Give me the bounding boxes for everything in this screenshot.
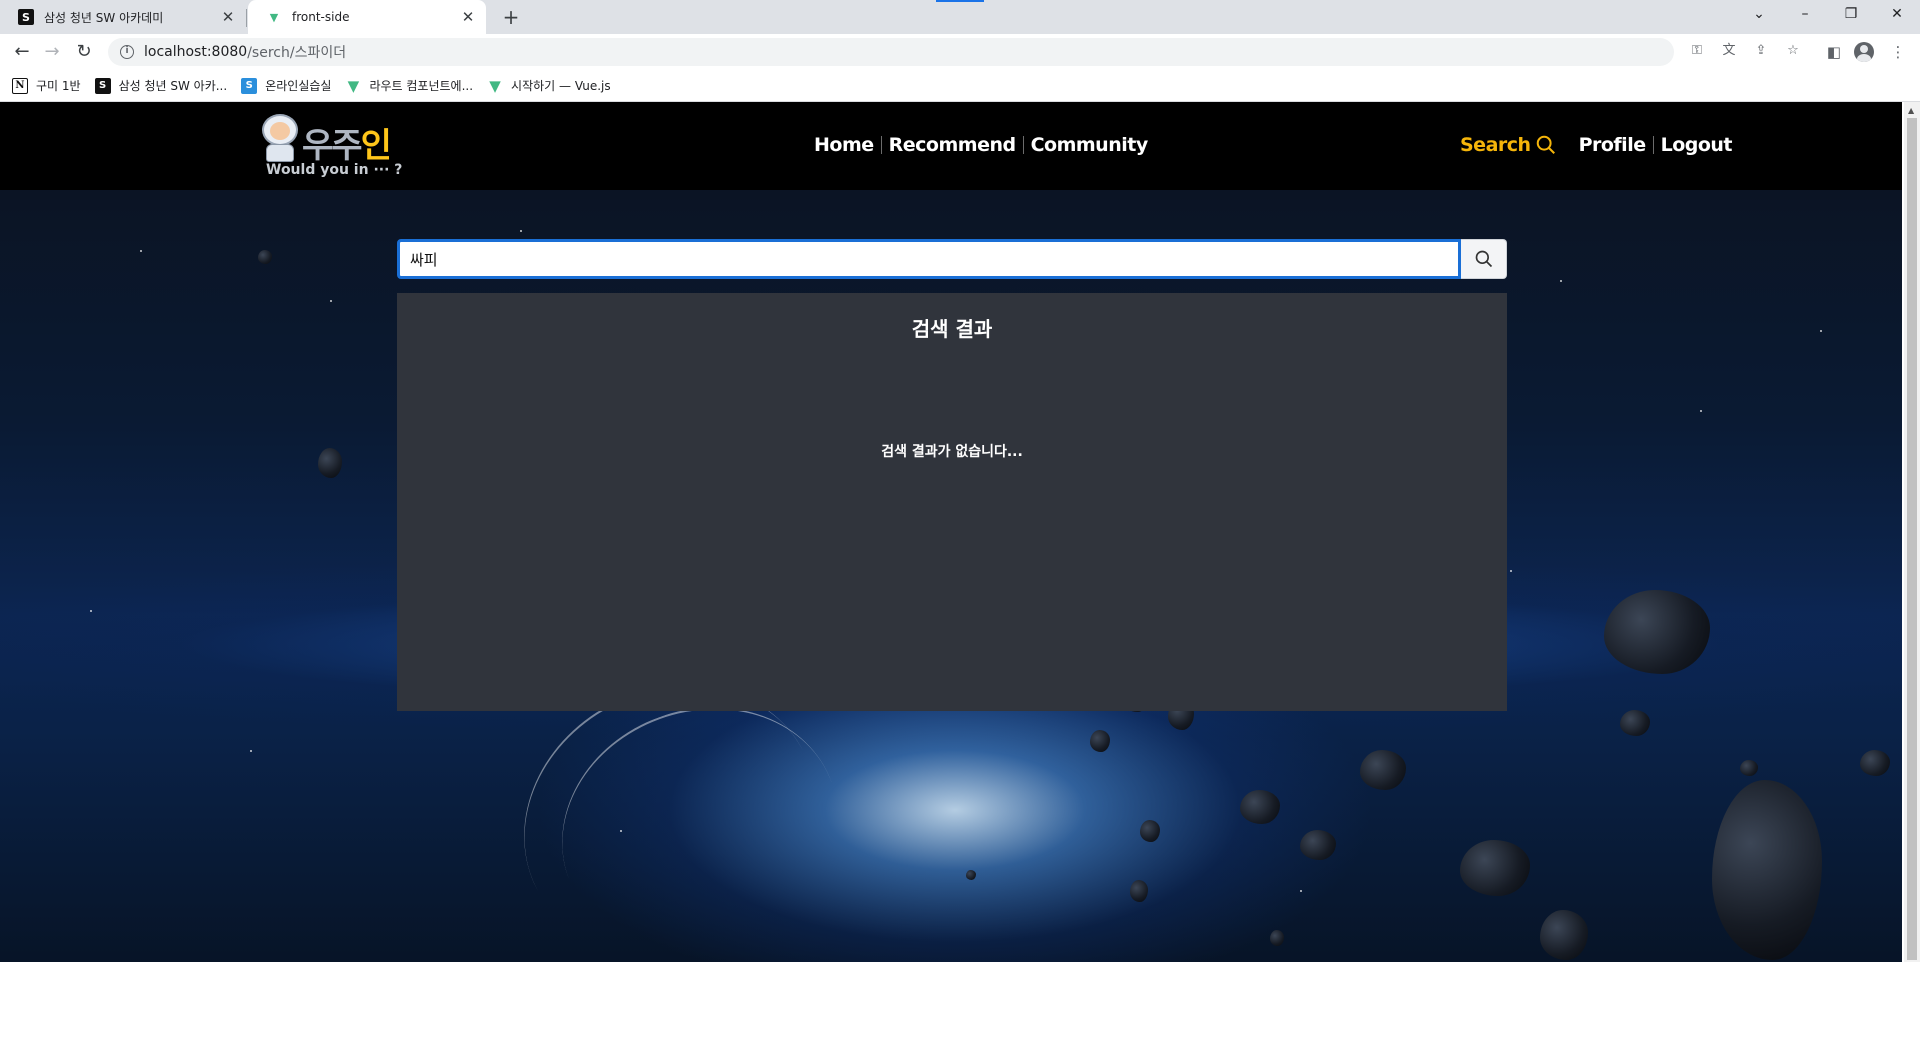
vue-icon: ▼ <box>489 76 501 95</box>
share-icon[interactable]: ⇪ <box>1750 40 1772 62</box>
translate-icon[interactable]: 文 <box>1718 40 1740 62</box>
browser-tabstrip: S 삼성 청년 SW 아카데미 ✕ ▼ front-side ✕ + ⌄ – ❐… <box>0 0 1920 34</box>
search-icon <box>1475 250 1492 268</box>
bookmark-label: 라우트 컴포넌트에... <box>369 79 474 93</box>
minimize-button[interactable]: – <box>1782 0 1828 30</box>
site-info-icon[interactable]: i <box>120 45 134 59</box>
site-logo[interactable]: 우주인 Would you in ··· ? <box>260 112 403 182</box>
bookmark-label: 온라인실습실 <box>265 79 332 93</box>
logo-wordmark: 우주인 <box>302 126 392 166</box>
address-bar[interactable]: i localhost:8080/serch/스파이더 <box>108 38 1674 66</box>
tab-title: front-side <box>292 10 350 24</box>
restore-button[interactable]: ❐ <box>1828 0 1874 30</box>
close-icon[interactable]: ✕ <box>460 8 476 26</box>
close-icon[interactable]: ✕ <box>220 8 236 26</box>
scrollbar-thumb[interactable] <box>1907 118 1917 960</box>
search-results-panel: 검색 결과 검색 결과가 없습니다... <box>397 293 1507 711</box>
nav-divider <box>1022 136 1024 154</box>
page-viewport: 우주인 Would you in ··· ? Home Recommend Co… <box>0 102 1902 962</box>
more-menu-icon[interactable]: ⋮ <box>1884 38 1912 66</box>
tab-divider <box>246 9 247 27</box>
ssafy-blue-icon: S <box>241 77 258 94</box>
main-nav: Home Recommend Community <box>814 134 1148 156</box>
profile-avatar-icon[interactable] <box>1854 42 1874 62</box>
nav-community-link[interactable]: Community <box>1031 134 1149 156</box>
vue-icon: ▼ <box>269 10 279 24</box>
tab-front-side[interactable]: ▼ front-side ✕ <box>248 0 486 34</box>
tab-search-chevron-icon[interactable]: ⌄ <box>1736 0 1782 30</box>
results-title: 검색 결과 <box>911 317 993 341</box>
bookmark-item[interactable]: S 온라인실습실 <box>241 77 331 94</box>
password-key-icon[interactable]: ⚿ <box>1686 40 1708 62</box>
blank-area <box>0 962 1920 1040</box>
bookmark-item[interactable]: N 구미 1반 <box>12 77 81 94</box>
nav-recommend-link[interactable]: Recommend <box>889 134 1016 156</box>
nav-logout-link[interactable]: Logout <box>1661 134 1733 156</box>
nav-profile-link[interactable]: Profile <box>1579 134 1647 156</box>
bookmark-label: 삼성 청년 SW 아카... <box>118 79 228 93</box>
ssafy-icon: S <box>94 77 111 94</box>
close-window-button[interactable]: ✕ <box>1874 0 1920 30</box>
user-nav: Search Profile Logout <box>1460 134 1733 156</box>
bookmarks-bar: N 구미 1반 S 삼성 청년 SW 아카... S 온라인실습실 ▼ 라우트 … <box>0 70 1920 102</box>
url-host: localhost:8080 <box>144 44 248 60</box>
forward-button[interactable]: → <box>38 38 66 66</box>
new-tab-button[interactable]: + <box>498 4 524 30</box>
page-scrollbar[interactable]: ▲ <box>1904 102 1920 962</box>
browser-toolbar: ← → ↻ i localhost:8080/serch/스파이더 <box>0 34 1920 70</box>
site-header: 우주인 Would you in ··· ? Home Recommend Co… <box>0 102 1902 190</box>
back-button[interactable]: ← <box>8 38 36 66</box>
side-panel-icon[interactable]: ◧ <box>1820 38 1848 66</box>
reload-button[interactable]: ↻ <box>70 38 98 66</box>
bookmark-star-icon[interactable]: ☆ <box>1782 40 1804 62</box>
nav-search-link[interactable]: Search <box>1460 134 1557 156</box>
astronaut-logo-icon <box>260 114 300 162</box>
bookmark-item[interactable]: ▼ 라우트 컴포넌트에... <box>345 76 474 95</box>
vue-icon: ▼ <box>347 76 360 95</box>
search-form <box>397 239 1507 279</box>
scroll-up-arrow-icon[interactable]: ▲ <box>1908 106 1914 115</box>
tab-ssafy[interactable]: S 삼성 청년 SW 아카데미 ✕ <box>0 0 246 34</box>
bookmark-label: 시작하기 — Vue.js <box>511 79 611 93</box>
tab-title: 삼성 청년 SW 아카데미 <box>44 10 164 25</box>
url-path: /serch/스파이더 <box>247 45 347 61</box>
nav-home-link[interactable]: Home <box>814 134 874 156</box>
nav-divider <box>1652 136 1654 154</box>
no-results-message: 검색 결과가 없습니다... <box>881 444 1023 460</box>
search-submit-button[interactable] <box>1461 239 1507 279</box>
ssafy-icon: S <box>18 9 34 25</box>
nav-search-label: Search <box>1460 134 1531 156</box>
tabstrip-accent <box>936 0 984 2</box>
logo-tagline: Would you in ··· ? <box>266 162 403 178</box>
nav-divider <box>880 136 882 154</box>
notion-icon: N <box>12 77 28 94</box>
bookmark-label: 구미 1반 <box>36 79 81 93</box>
bookmark-item[interactable]: S 삼성 청년 SW 아카... <box>94 77 228 94</box>
search-icon <box>1536 135 1555 154</box>
bookmark-item[interactable]: ▼ 시작하기 — Vue.js <box>487 76 611 95</box>
search-input[interactable] <box>397 239 1461 279</box>
